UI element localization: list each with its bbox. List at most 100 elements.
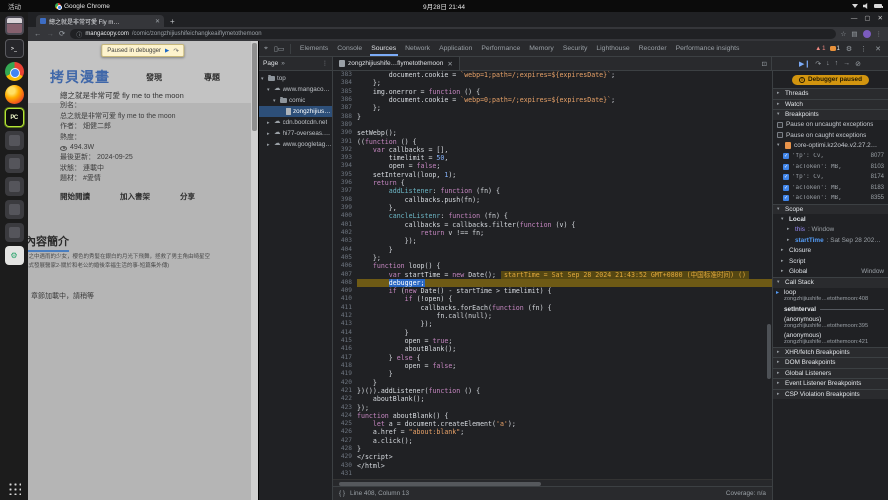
scope-script[interactable]: ▸ Script (773, 256, 888, 267)
section-csp-violation-breakpoints[interactable]: ▸ CSP Violation Breakpoints (773, 388, 888, 399)
focused-app-indicator[interactable]: Google Chrome (55, 3, 110, 10)
line-number[interactable]: 396 (333, 179, 357, 187)
banner-step-over-icon[interactable]: ↷ (173, 47, 178, 55)
line-number[interactable]: 403 (333, 237, 357, 245)
tree-expand-icon[interactable]: ▾ (261, 76, 266, 82)
line-number[interactable]: 426 (333, 428, 357, 436)
app-icon-2[interactable] (4, 154, 24, 173)
file-tree-item[interactable]: zongzhijiushif… (259, 106, 332, 117)
action-start-reading[interactable]: 開始閱讀 (60, 191, 90, 202)
line-number[interactable]: 401 (333, 221, 357, 229)
line-number[interactable]: 393 (333, 154, 357, 162)
app-icon-1[interactable] (4, 131, 24, 150)
line-number[interactable]: 422 (333, 395, 357, 403)
pycharm-app-icon[interactable]: PC (4, 108, 24, 127)
editor-vscroll-thumb[interactable] (767, 323, 771, 379)
site-info-icon[interactable]: ⓘ (76, 30, 82, 39)
editor-file-tab-close-icon[interactable]: ✕ (447, 60, 452, 68)
line-number[interactable]: 400 (333, 212, 357, 220)
tree-expand-icon[interactable]: ▾ (267, 87, 272, 93)
line-number[interactable]: 420 (333, 379, 357, 387)
line-number[interactable]: 395 (333, 171, 357, 179)
line-number[interactable]: 385 (333, 88, 357, 96)
breakpoint-entry[interactable]: ✓'fp': Cv, 8077 (773, 151, 888, 162)
line-number[interactable]: 391 (333, 138, 357, 146)
devtools-tab-performance[interactable]: Performance (477, 41, 525, 56)
device-toolbar-icon[interactable]: ▯▭ (272, 45, 286, 53)
step-icon[interactable]: → (843, 60, 850, 67)
close-icon[interactable]: ✕ (878, 14, 883, 22)
checkbox-checked[interactable]: ✓ (783, 195, 789, 202)
line-number[interactable]: 387 (333, 104, 357, 112)
app-icon-3[interactable] (4, 177, 24, 196)
line-number[interactable]: 397 (333, 187, 357, 195)
devtools-tab-network[interactable]: Network (401, 41, 435, 56)
line-number[interactable]: 408 (333, 279, 357, 287)
breakpoint-option[interactable]: Pause on caught exceptions (773, 130, 888, 141)
file-tree-item[interactable]: ▸ ☁ cdn.bootcdn.net (259, 117, 332, 128)
line-number[interactable]: 417 (333, 354, 357, 362)
checkbox-unchecked[interactable] (777, 121, 783, 128)
code-editor[interactable]: 383 document.cookie = `webp=1;path=/;exp… (333, 71, 772, 479)
tree-expand-icon[interactable]: ▾ (273, 98, 278, 104)
line-number[interactable]: 416 (333, 345, 357, 353)
line-number[interactable]: 404 (333, 246, 357, 254)
tab-close-icon[interactable]: ✕ (155, 18, 160, 25)
side-panel-icon[interactable]: ▤ (851, 30, 857, 38)
checkbox-unchecked[interactable] (777, 132, 783, 139)
tree-expand-icon[interactable]: ▸ (267, 131, 272, 137)
tree-expand-icon[interactable]: ▸ (267, 142, 272, 148)
call-stack-frame[interactable]: (anonymous) zongzhijiushife…etothemoon:42… (773, 331, 888, 347)
scope-variable[interactable]: ▸ this: Window (773, 225, 888, 236)
line-number[interactable]: 405 (333, 254, 357, 262)
line-number[interactable]: 425 (333, 420, 357, 428)
pretty-print-icon[interactable]: { } (339, 490, 345, 497)
step-over-icon[interactable]: ↷ (815, 60, 821, 68)
software-center-icon[interactable]: ⚙ (4, 246, 24, 265)
line-number[interactable]: 424 (333, 412, 357, 420)
forward-icon[interactable]: → (47, 30, 55, 38)
breakpoint-entry[interactable]: ✓'acToken': MB, 8355 (773, 193, 888, 204)
devtools-tab-sources[interactable]: Sources (367, 41, 401, 56)
bookmark-star-icon[interactable]: ☆ (841, 30, 847, 38)
devtools-close-icon[interactable]: ✕ (873, 45, 883, 53)
page-scrollbar[interactable] (251, 41, 258, 500)
breakpoint-entry[interactable]: ✓'fp': Cv, 8174 (773, 172, 888, 183)
checkbox-checked[interactable]: ✓ (783, 184, 789, 191)
chrome-app-icon[interactable] (4, 62, 24, 81)
line-number[interactable]: 410 (333, 295, 357, 303)
editor-horizontal-scrollbar[interactable] (333, 479, 772, 486)
console-errors-badge[interactable]: ▲ 1 (815, 46, 825, 52)
tree-expand-icon[interactable]: ▸ (267, 120, 272, 126)
scope-closure[interactable]: ▸ Closure (773, 246, 888, 257)
section-title[interactable]: 內容簡介 (28, 233, 69, 252)
line-number[interactable]: 390 (333, 129, 357, 137)
devtools-tab-lighthouse[interactable]: Lighthouse (592, 41, 634, 56)
section-watch[interactable]: ▸ Watch (773, 98, 888, 109)
call-stack-frame[interactable]: (anonymous) zongzhijiushife…etothemoon:39… (773, 315, 888, 331)
section-breakpoints[interactable]: ▾ Breakpoints (773, 109, 888, 120)
line-number[interactable]: 402 (333, 229, 357, 237)
breakpoint-entry[interactable]: ✓'acToken': MB, 8103 (773, 162, 888, 173)
browser-tab[interactable]: 總之就是非常可愛 Fly m… ✕ (36, 15, 164, 27)
firefox-app-icon[interactable] (4, 85, 24, 104)
back-icon[interactable]: ← (34, 30, 42, 38)
app-icon-4[interactable] (4, 200, 24, 219)
scope-variable[interactable]: ▸ startTime: Sat Sep 28 2024 21… (773, 235, 888, 246)
minimize-icon[interactable]: — (851, 15, 858, 22)
section-xhr-fetch-breakpoints[interactable]: ▸ XHR/fetch Breakpoints (773, 346, 888, 357)
browser-menu-icon[interactable]: ⋮ (876, 30, 883, 38)
nav-topics[interactable]: 專題 (204, 72, 220, 83)
show-applications-icon[interactable] (7, 481, 21, 495)
new-tab-button[interactable]: + (170, 17, 175, 27)
devtools-tab-application[interactable]: Application (435, 41, 477, 56)
line-number[interactable]: 406 (333, 262, 357, 270)
devtools-settings-icon[interactable]: ⚙ (844, 45, 854, 53)
devtools-tab-security[interactable]: Security (558, 41, 592, 56)
devtools-tab-performance-insights[interactable]: Performance insights (671, 41, 744, 56)
page-scrollbar-thumb[interactable] (252, 43, 257, 131)
scope-global[interactable]: ▸ Global Window (773, 267, 888, 278)
call-stack-frame[interactable]: loopzongzhijiushife…etothemoon:408 (773, 288, 888, 304)
line-number[interactable]: 392 (333, 146, 357, 154)
terminal-app-icon[interactable]: >_ (4, 39, 24, 58)
